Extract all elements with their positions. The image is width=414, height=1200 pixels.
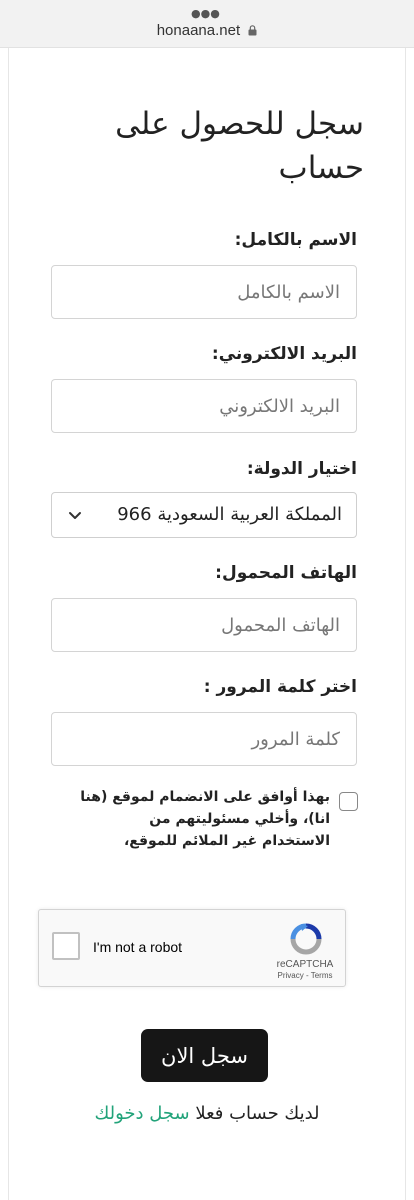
login-prompt-line: لديك حساب فعلا سجل دخولك (0, 1103, 414, 1124)
mobile-input[interactable] (51, 598, 357, 652)
recaptcha-logo-icon (289, 922, 323, 956)
email-label: البريد الالكتروني: (211, 344, 357, 364)
register-button[interactable]: سجل الان (141, 1029, 268, 1082)
country-label: اختيار الدولة: (246, 459, 357, 479)
tabs-icon[interactable]: ●●● (191, 8, 220, 19)
browser-address-bar: ●●● honaana.net (0, 0, 414, 48)
recaptcha-brand: reCAPTCHA (276, 959, 334, 970)
lock-icon (248, 23, 257, 40)
page-title: سجل للحصول على حساب (115, 106, 364, 186)
chevron-down-icon (66, 506, 84, 524)
recaptcha-separator: - (305, 971, 309, 980)
mobile-label: الهاتف المحمول: (215, 563, 357, 583)
recaptcha-checkbox[interactable] (52, 932, 80, 960)
recaptcha-terms-link[interactable]: Terms (311, 971, 333, 980)
password-input[interactable] (51, 712, 357, 766)
full-name-label: الاسم بالكامل: (234, 230, 357, 250)
recaptcha-links: Privacy - Terms (269, 971, 341, 980)
terms-checkbox[interactable] (339, 792, 358, 811)
recaptcha-widget: I'm not a robot reCAPTCHA Privacy - Term… (38, 909, 346, 987)
email-input[interactable] (51, 379, 357, 433)
password-label: اختر كلمة المرور : (203, 677, 357, 697)
country-selected-value: المملكة العربية السعودية 966 (117, 504, 342, 525)
address-field[interactable]: honaana.net (0, 22, 414, 40)
terms-text: بهذا أوافق على الانضمام لموقع (هنا انا)،… (80, 789, 330, 849)
recaptcha-label: I'm not a robot (93, 939, 183, 955)
country-select[interactable]: المملكة العربية السعودية 966 (51, 492, 357, 538)
login-link[interactable]: سجل دخولك (94, 1103, 189, 1124)
url-text: honaana.net (156, 22, 241, 39)
recaptcha-privacy-link[interactable]: Privacy (278, 971, 304, 980)
full-name-input[interactable] (51, 265, 357, 319)
login-prompt: لديك حساب فعلا (195, 1103, 320, 1124)
